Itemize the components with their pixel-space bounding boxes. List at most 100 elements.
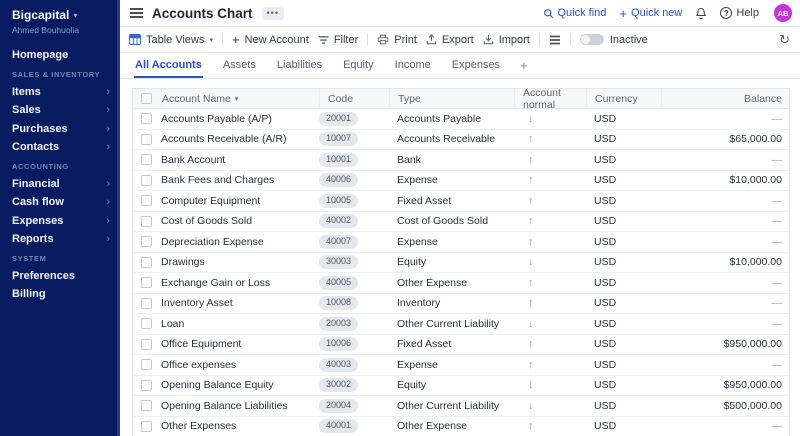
sidebar-item-sales[interactable]: Sales› [0,101,120,120]
account-name-cell[interactable]: Opening Balance Equity [161,376,319,396]
table-row[interactable]: Accounts Payable (A/P) 20001 Accounts Pa… [133,109,789,130]
notifications-bell-icon[interactable] [695,7,707,20]
account-name-cell[interactable]: Accounts Payable (A/P) [161,109,319,129]
inactive-toggle[interactable] [580,34,604,45]
sidebar-scrollbar[interactable] [117,0,120,436]
account-normal-cell: ↑ [514,171,586,191]
new-account-button[interactable]: + New Account [232,33,309,46]
row-checkbox[interactable] [141,113,152,124]
tab-all-accounts[interactable]: All Accounts [134,53,203,78]
account-name-cell[interactable]: Computer Equipment [161,191,319,211]
column-header-type[interactable]: Type [389,89,514,108]
account-name-cell[interactable]: Office Equipment [161,335,319,355]
account-normal-cell: ↓ [514,109,586,129]
sidebar-item-cash-flow[interactable]: Cash flow› [0,193,120,212]
table-views-button[interactable]: Table Views ▾ [129,34,213,46]
row-checkbox[interactable] [141,154,152,165]
table-row[interactable]: Computer Equipment 10005 Fixed Asset ↑ U… [133,191,789,212]
account-name-cell[interactable]: Loan [161,314,319,334]
export-button[interactable]: Export [426,34,474,46]
row-checkbox[interactable] [141,257,152,268]
hamburger-menu-icon[interactable] [130,8,143,18]
row-checkbox[interactable] [141,277,152,288]
row-checkbox[interactable] [141,380,152,391]
row-checkbox[interactable] [141,175,152,186]
table-row[interactable]: Drawings 30003 Equity ↓ USD $10,000.00 [133,253,789,274]
currency-cell: USD [586,253,661,273]
row-checkbox[interactable] [141,359,152,370]
arrow-up-icon: ↑ [528,154,534,166]
column-header-account-name[interactable]: Account Name ▾ [161,89,319,108]
row-checkbox[interactable] [141,339,152,350]
tab-expenses[interactable]: Expenses [451,53,501,78]
sidebar-item-expenses[interactable]: Expenses› [0,212,120,231]
table-row[interactable]: Bank Account 10001 Bank ↑ USD — [133,150,789,171]
topbar: Accounts Chart ••• Quick find + Quick ne… [120,0,800,27]
sidebar-item-items[interactable]: Items› [0,83,120,102]
balance-cell: — [661,109,789,129]
account-name-cell[interactable]: Office expenses [161,355,319,375]
add-tab-button[interactable]: + [520,53,528,78]
sidebar-item-preferences[interactable]: Preferences [0,267,120,286]
table-row[interactable]: Opening Balance Liabilities 20004 Other … [133,396,789,417]
table-row[interactable]: Office Equipment 10006 Fixed Asset ↑ USD… [133,335,789,356]
filter-button[interactable]: Filter [318,34,358,46]
account-name-cell[interactable]: Opening Balance Liabilities [161,396,319,416]
sidebar-item-contacts[interactable]: Contacts› [0,138,120,157]
sidebar-item-financial[interactable]: Financial› [0,175,120,194]
account-name-cell[interactable]: Bank Account [161,150,319,170]
row-density-icon[interactable] [549,35,561,45]
account-name-cell[interactable]: Drawings [161,253,319,273]
tab-equity[interactable]: Equity [342,53,375,78]
avatar[interactable]: AB [774,4,792,22]
filter-label: Filter [334,34,358,46]
row-checkbox[interactable] [141,421,152,432]
select-all-checkbox[interactable] [141,93,152,104]
sidebar-item-purchases[interactable]: Purchases› [0,120,120,139]
table-row[interactable]: Cost of Goods Sold 40002 Cost of Goods S… [133,212,789,233]
table-row[interactable]: Exchange Gain or Loss 40005 Other Expens… [133,273,789,294]
account-name-cell[interactable]: Cost of Goods Sold [161,212,319,232]
quick-new-button[interactable]: + Quick new [619,7,682,20]
more-options-button[interactable]: ••• [262,7,284,20]
account-name-cell[interactable]: Accounts Receivable (A/R) [161,130,319,150]
currency-cell: USD [586,396,661,416]
sidebar-item-homepage[interactable]: Homepage [0,46,120,65]
column-header-currency[interactable]: Currency [586,89,661,108]
print-button[interactable]: Print [377,34,417,46]
table-row[interactable]: Other Expenses 40001 Other Expense ↑ USD… [133,417,789,436]
tab-liabilities[interactable]: Liabilities [276,53,323,78]
import-button[interactable]: Import [483,34,530,46]
table-row[interactable]: Bank Fees and Charges 40006 Expense ↑ US… [133,171,789,192]
refresh-icon[interactable]: ↻ [779,33,790,46]
sidebar-item-label: Preferences [12,267,75,286]
column-header-account-normal[interactable]: Account normal [514,89,586,108]
table-row[interactable]: Inventory Asset 10008 Inventory ↑ USD — [133,294,789,315]
account-name-cell[interactable]: Depreciation Expense [161,232,319,252]
quick-find-button[interactable]: Quick find [543,7,607,19]
help-button[interactable]: ? Help [720,7,759,19]
account-name-cell[interactable]: Bank Fees and Charges [161,171,319,191]
table-row[interactable]: Depreciation Expense 40007 Expense ↑ USD… [133,232,789,253]
account-name-cell[interactable]: Inventory Asset [161,294,319,314]
table-row[interactable]: Loan 20003 Other Current Liability ↓ USD… [133,314,789,335]
account-name-cell[interactable]: Other Expenses [161,417,319,436]
row-checkbox[interactable] [141,216,152,227]
row-checkbox[interactable] [141,134,152,145]
table-row[interactable]: Accounts Receivable (A/R) 10007 Accounts… [133,130,789,151]
row-checkbox[interactable] [141,298,152,309]
row-checkbox[interactable] [141,318,152,329]
column-header-code[interactable]: Code [319,89,389,108]
table-row[interactable]: Opening Balance Equity 30002 Equity ↓ US… [133,376,789,397]
column-header-balance[interactable]: Balance [661,89,789,108]
table-row[interactable]: Office expenses 40003 Expense ↑ USD — [133,355,789,376]
account-name-cell[interactable]: Exchange Gain or Loss [161,273,319,293]
workspace-switcher[interactable]: Bigcapital ▾ [0,0,120,22]
sidebar-item-billing[interactable]: Billing [0,285,120,304]
row-checkbox[interactable] [141,236,152,247]
tab-assets[interactable]: Assets [222,53,257,78]
tab-income[interactable]: Income [394,53,432,78]
row-checkbox[interactable] [141,400,152,411]
sidebar-item-reports[interactable]: Reports› [0,230,120,249]
row-checkbox[interactable] [141,195,152,206]
